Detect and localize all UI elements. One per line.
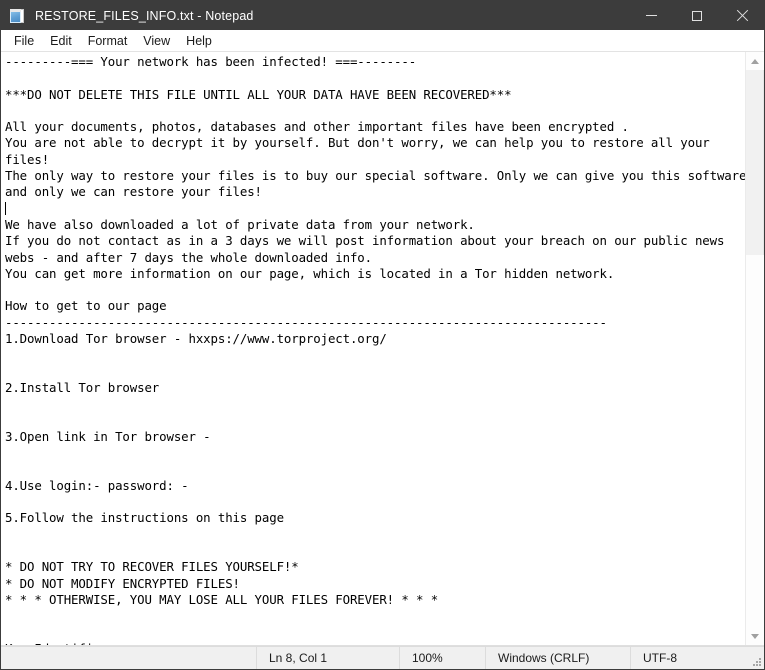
menu-item-help[interactable]: Help [178, 31, 220, 51]
menu-item-edit[interactable]: Edit [42, 31, 80, 51]
status-cursor-position: Ln 8, Col 1 [256, 647, 399, 669]
maximize-icon [691, 10, 702, 21]
notepad-window: RESTORE_FILES_INFO.txt - Notepad File Ed… [0, 0, 765, 670]
menu-item-view[interactable]: View [135, 31, 178, 51]
window-title: RESTORE_FILES_INFO.txt - Notepad [35, 8, 254, 23]
status-spacer [1, 647, 256, 669]
scroll-down-button[interactable] [746, 627, 764, 645]
title-bar[interactable]: RESTORE_FILES_INFO.txt - Notepad [1, 1, 764, 30]
text-caret [5, 201, 6, 215]
vertical-scrollbar[interactable] [745, 52, 764, 645]
scrollbar-thumb[interactable] [746, 70, 764, 255]
window-controls [629, 1, 764, 30]
menu-item-file[interactable]: File [6, 31, 42, 51]
scroll-down-icon [751, 633, 759, 639]
maximize-button[interactable] [674, 1, 719, 30]
scroll-up-button[interactable] [746, 52, 764, 70]
menu-bar: File Edit Format View Help [1, 30, 764, 52]
minimize-icon [646, 15, 657, 16]
close-icon [736, 10, 748, 22]
editor-area: ---------=== Your network has been infec… [1, 52, 764, 646]
scrollbar-track[interactable] [746, 70, 764, 627]
scroll-up-icon [751, 58, 759, 64]
menu-item-format[interactable]: Format [80, 31, 136, 51]
text-editor[interactable]: ---------=== Your network has been infec… [1, 52, 745, 645]
resize-grip-icon[interactable] [748, 647, 764, 669]
minimize-button[interactable] [629, 1, 674, 30]
status-encoding: UTF-8 [630, 647, 748, 669]
document-text[interactable]: ---------=== Your network has been infec… [5, 54, 745, 645]
status-line-ending: Windows (CRLF) [485, 647, 630, 669]
status-zoom-level[interactable]: 100% [399, 647, 485, 669]
close-button[interactable] [719, 1, 764, 30]
status-bar: Ln 8, Col 1 100% Windows (CRLF) UTF-8 [1, 646, 764, 669]
notepad-icon [10, 8, 26, 24]
